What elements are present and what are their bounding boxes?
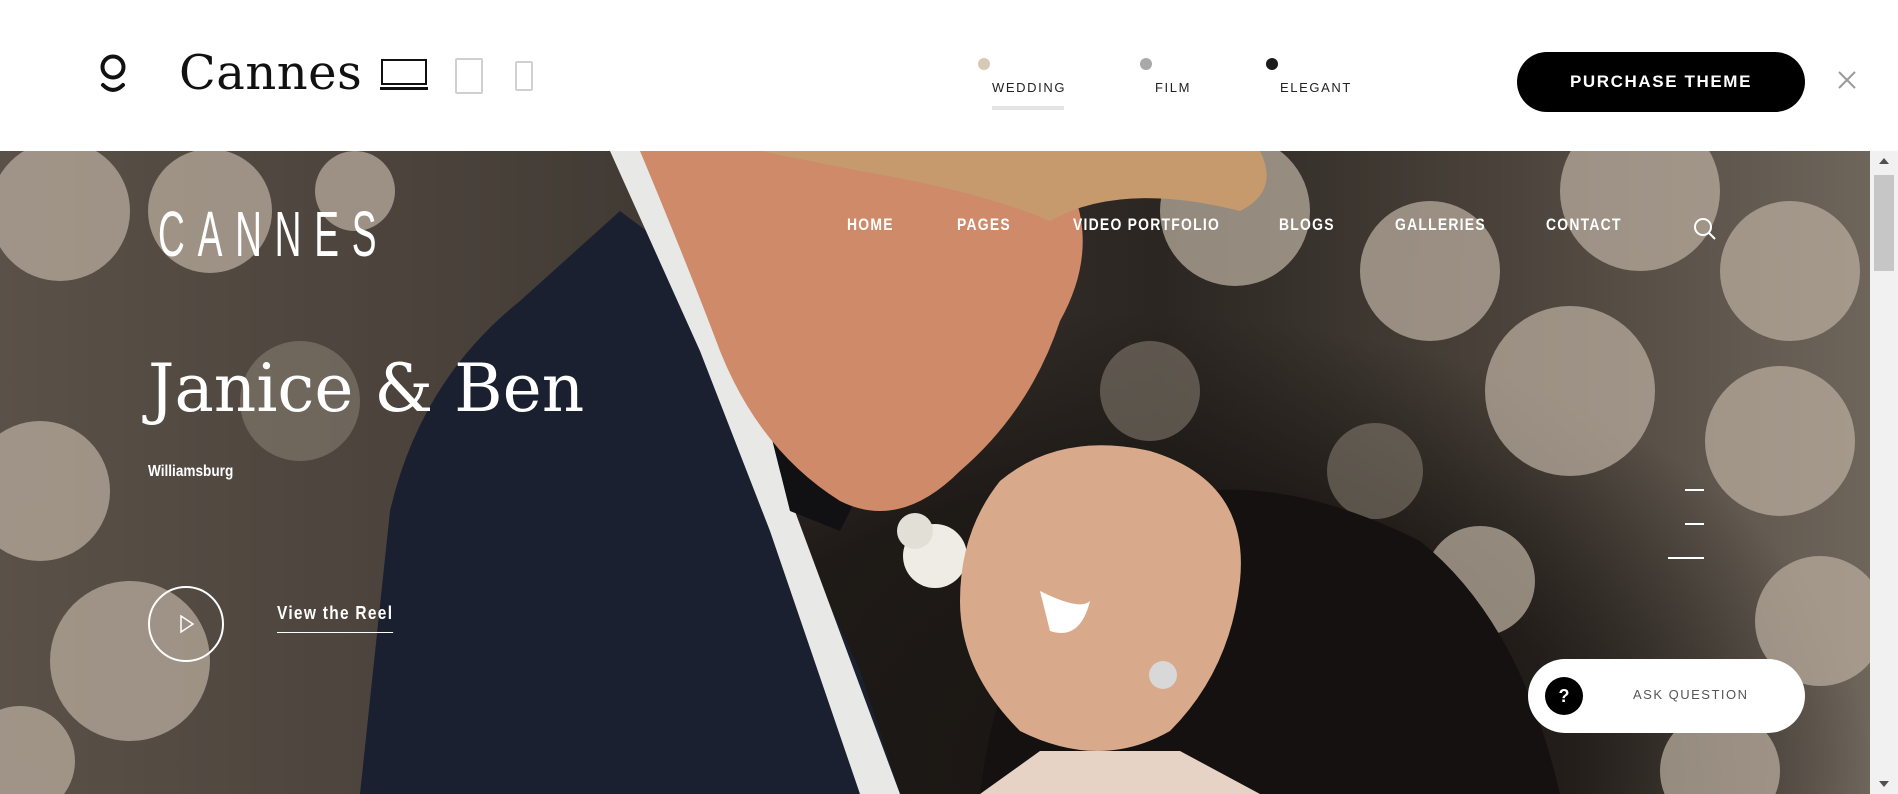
hero-location: Williamsburg — [148, 463, 234, 480]
play-reel-button[interactable] — [148, 586, 224, 662]
mobile-icon[interactable] — [515, 61, 533, 91]
site-logo[interactable]: CANNES — [158, 199, 389, 269]
scroll-thumb[interactable] — [1874, 175, 1894, 271]
logo-mark-icon[interactable] — [98, 53, 128, 97]
demo-option-wedding[interactable]: WEDDING — [975, 54, 1065, 114]
demo-label-elegant: ELEGANT — [1280, 80, 1352, 95]
nav-galleries[interactable]: GALLERIES — [1395, 215, 1486, 235]
slider-navigation — [1660, 487, 1710, 577]
purchase-theme-button[interactable]: PURCHASE THEME — [1517, 52, 1805, 112]
demo-topbar: Cannes WEDDING FILM ELEGANT PURCHASE THE… — [0, 0, 1898, 151]
slide-indicator-2[interactable] — [1685, 523, 1704, 525]
page-scrollbar[interactable] — [1870, 151, 1898, 794]
view-reel-link[interactable]: View the Reel — [277, 603, 394, 633]
nav-home[interactable]: HOME — [847, 215, 894, 235]
question-icon: ? — [1545, 677, 1583, 715]
demo-label-film: FILM — [1155, 80, 1192, 95]
nav-video-portfolio[interactable]: VIDEO PORTFOLIO — [1073, 215, 1220, 235]
demo-dot-elegant — [1266, 58, 1278, 70]
close-icon[interactable] — [1836, 69, 1858, 91]
demo-option-film[interactable]: FILM — [1138, 54, 1198, 114]
ask-question-label: ASK QUESTION — [1633, 687, 1749, 702]
demo-dot-film — [1140, 58, 1152, 70]
scroll-down-icon[interactable] — [1870, 774, 1898, 794]
hero-title: Janice & Ben — [148, 350, 585, 427]
slide-indicator-3-active[interactable] — [1668, 557, 1704, 559]
demo-label-wedding: WEDDING — [992, 80, 1067, 95]
nav-pages[interactable]: PAGES — [957, 215, 1011, 235]
scroll-up-icon[interactable] — [1870, 151, 1898, 171]
search-icon[interactable] — [1693, 217, 1717, 241]
play-icon — [180, 614, 195, 634]
demo-dot-wedding — [978, 58, 990, 70]
brand-name[interactable]: Cannes — [179, 43, 362, 103]
nav-blogs[interactable]: BLOGS — [1279, 215, 1335, 235]
nav-contact[interactable]: CONTACT — [1546, 215, 1622, 235]
slide-indicator-1[interactable] — [1685, 489, 1704, 491]
hero-section: CANNES HOME PAGES VIDEO PORTFOLIO BLOGS … — [0, 151, 1870, 794]
demo-option-elegant[interactable]: ELEGANT — [1264, 54, 1359, 114]
desktop-icon[interactable] — [380, 59, 428, 91]
active-demo-underline — [992, 106, 1064, 110]
ask-question-widget[interactable]: ? ASK QUESTION — [1528, 659, 1805, 733]
tablet-icon[interactable] — [455, 58, 483, 94]
